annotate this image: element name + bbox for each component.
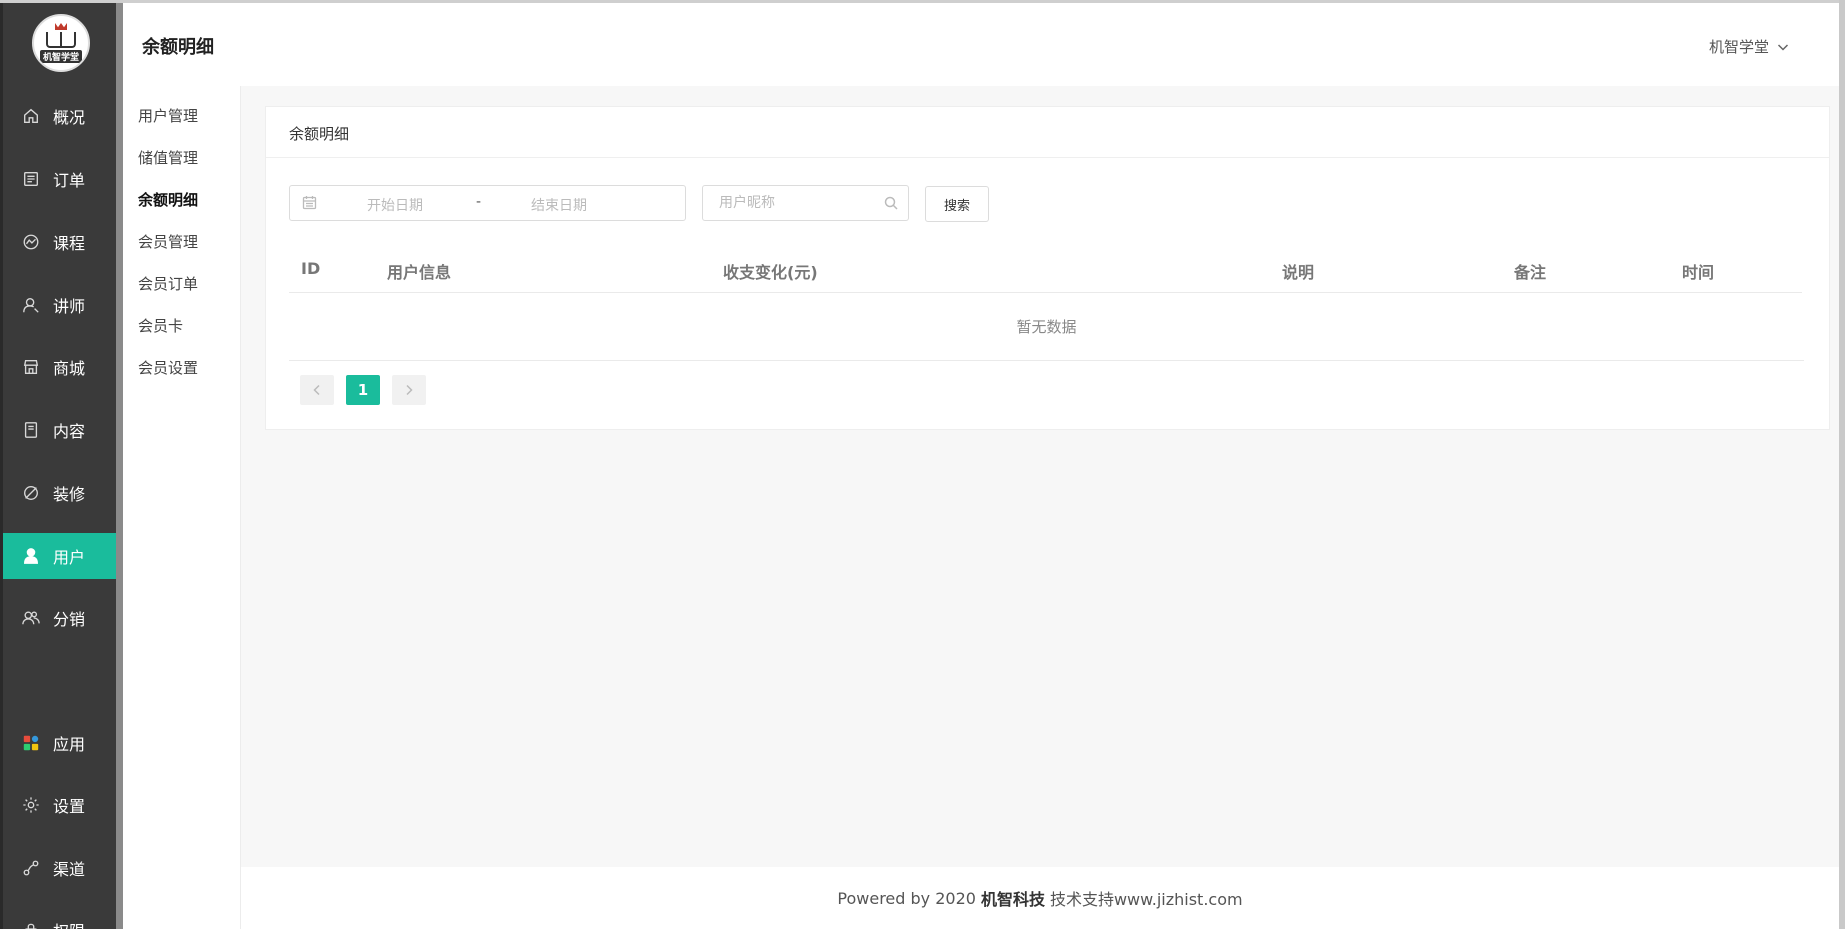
subnav-item-stored-value[interactable]: 储值管理 [138,147,198,168]
prev-page-button[interactable] [300,375,334,405]
teacher-icon [21,295,41,315]
sidebar-item-label: 商城 [53,359,86,378]
sidebar-item-orders[interactable]: 订单 [3,156,116,202]
sidebar-item-label: 装修 [53,485,86,504]
column-header-remark: 备注 [1514,263,1547,282]
balance-detail-card: 余额明细 开始日期 - 结束日期 搜索 ID 用户信息 收支变化(元) 说明 备… [265,106,1830,430]
user-menu[interactable]: 机智学堂 [1709,36,1789,57]
footer-suffix: 技术支持www.jizhist.com [1049,890,1243,909]
column-header-id: ID [301,259,321,278]
footer-prefix: Powered by 2020 [837,888,976,908]
sidebar-item-decorate[interactable]: 装修 [3,470,116,516]
next-page-button[interactable] [392,375,426,405]
sidebar-edge [116,3,123,929]
distribution-users-icon [21,608,41,628]
sidebar-item-label: 内容 [53,422,86,441]
sidebar-item-channels[interactable]: 渠道 [3,845,116,891]
course-chart-icon [21,232,41,252]
end-date-input[interactable]: 结束日期 [531,195,587,215]
sidebar-item-distribution[interactable]: 分销 [3,595,116,641]
column-header-time: 时间 [1682,263,1715,282]
sidebar-item-permissions[interactable]: 权限 [3,907,116,929]
main-sidebar: 机智学堂 概况 订单 课程 讲师 商城 内容 装修 用户 分销 应用 设置 渠道 [0,3,116,929]
subnav-item-member-orders[interactable]: 会员订单 [138,273,198,294]
search-icon[interactable] [884,196,898,210]
sidebar-item-content[interactable]: 内容 [3,407,116,453]
sidebar-item-label: 设置 [53,797,86,816]
logo-text: 机智学堂 [39,50,82,63]
search-button[interactable]: 搜索 [925,186,989,222]
subnav-item-balance-detail[interactable]: 余额明细 [138,189,198,210]
column-header-user-info: 用户信息 [387,263,452,282]
sidebar-item-label: 应用 [53,735,86,754]
chevron-left-icon [313,384,320,396]
sidebar-item-label: 渠道 [53,860,86,879]
sidebar-item-label: 订单 [53,171,86,190]
order-list-icon [21,169,41,189]
sidebar-item-label: 概况 [53,108,86,127]
footer-company: 机智科技 [980,890,1045,909]
channel-link-icon [21,858,41,878]
chevron-down-icon [1777,43,1789,51]
sidebar-item-overview[interactable]: 概况 [3,93,116,139]
sidebar-item-label: 用户 [53,548,86,567]
calendar-icon [302,195,317,210]
sidebar-item-apps[interactable]: 应用 [3,720,116,766]
logo-crown-icon [55,23,67,30]
start-date-input[interactable]: 开始日期 [367,195,423,215]
window-top-border [0,0,1845,3]
sidebar-item-label: 权限 [53,918,85,929]
sidebar-item-settings[interactable]: 设置 [3,782,116,828]
gear-icon [21,795,41,815]
sidebar-item-label: 讲师 [53,297,86,316]
app-logo[interactable]: 机智学堂 [32,14,90,72]
page-title: 余额明细 [142,37,214,58]
window-scrollbar[interactable] [1839,0,1845,929]
sidebar-item-label: 课程 [53,234,86,253]
column-header-balance-change: 收支变化(元) [723,263,818,282]
pagination: 1 [300,375,438,405]
table-header: ID 用户信息 收支变化(元) 说明 备注 时间 [289,247,1802,293]
empty-table-row: 暂无数据 [289,293,1804,361]
apps-grid-icon [21,733,41,753]
top-header: 余额明细 机智学堂 [123,3,1839,86]
content-doc-icon [21,420,41,440]
subnav-item-member-settings[interactable]: 会员设置 [138,357,198,378]
user-icon [21,546,41,566]
store-icon [21,357,41,377]
user-name: 机智学堂 [1708,38,1769,56]
sidebar-item-store[interactable]: 商城 [3,344,116,390]
page-footer: Powered by 2020 机智科技 技术支持www.jizhist.com [241,867,1839,929]
date-range-picker[interactable]: 开始日期 - 结束日期 [289,185,686,221]
date-separator: - [476,194,482,210]
sidebar-item-teachers[interactable]: 讲师 [3,282,116,328]
permission-icon [21,920,41,929]
card-divider [266,157,1829,158]
card-title: 余额明细 [289,125,350,143]
subnav-item-member-management[interactable]: 会员管理 [138,231,198,252]
nickname-input[interactable] [719,194,879,212]
decorate-brush-icon [21,483,41,503]
page-number-current[interactable]: 1 [346,375,380,405]
sub-nav: 用户管理 储值管理 余额明细 会员管理 会员订单 会员卡 会员设置 [123,86,241,929]
chevron-right-icon [406,384,413,396]
home-icon [21,106,41,126]
subnav-item-user-management[interactable]: 用户管理 [138,105,198,126]
sidebar-item-courses[interactable]: 课程 [3,219,116,265]
nickname-search-box[interactable] [702,185,909,221]
sidebar-item-label: 分销 [53,610,86,629]
sidebar-item-users[interactable]: 用户 [3,533,116,579]
subnav-item-member-card[interactable]: 会员卡 [138,315,183,336]
logo-book-icon [46,32,76,48]
